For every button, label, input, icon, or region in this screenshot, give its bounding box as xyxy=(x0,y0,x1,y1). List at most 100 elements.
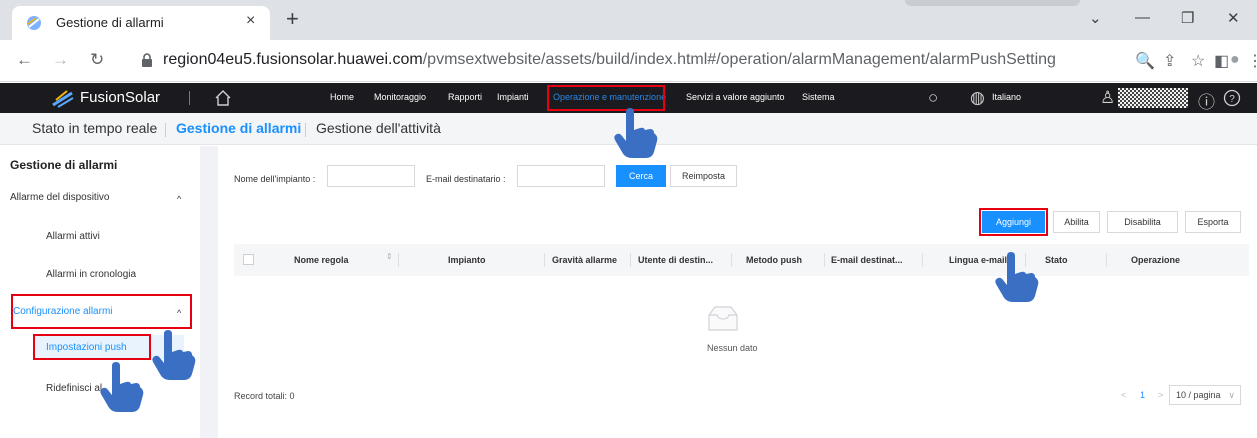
minimize-button[interactable]: — xyxy=(1135,9,1150,26)
highlight-box-add xyxy=(979,208,1048,236)
tab-close-icon[interactable]: × xyxy=(246,12,255,30)
browser-menu-icon[interactable]: ⋮ xyxy=(1247,51,1257,71)
home-icon[interactable] xyxy=(214,89,232,107)
enable-button[interactable]: Abilita xyxy=(1053,211,1100,233)
lock-icon xyxy=(142,53,152,67)
close-window-button[interactable]: ✕ xyxy=(1227,9,1240,27)
recipient-email-input[interactable] xyxy=(517,165,605,187)
table-header: Nome regola ⇕ Impianto Gravità allarme U… xyxy=(234,244,1249,276)
info-icon[interactable]: ⓘ xyxy=(1198,88,1215,113)
bookmark-star-icon[interactable]: ☆ xyxy=(1191,51,1205,71)
menu-sistema[interactable]: Sistema xyxy=(802,92,835,102)
search-button[interactable]: Cerca xyxy=(616,165,666,187)
pointing-hand-icon xyxy=(614,108,658,158)
pointing-hand-icon xyxy=(152,330,196,380)
column-divider xyxy=(731,253,732,267)
menu-rapporti[interactable]: Rapporti xyxy=(448,92,482,102)
crumb-gestione-attivita[interactable]: Gestione dell'attività xyxy=(316,120,441,136)
menu-home[interactable]: Home xyxy=(330,92,354,102)
help-glyph: ? xyxy=(1229,94,1235,105)
sidebar-item-allarmi-attivi[interactable]: Allarmi attivi xyxy=(46,231,100,242)
column-divider xyxy=(1106,253,1107,267)
search-icon[interactable]: ○ xyxy=(928,88,938,108)
screenshot-root: Gestione di allarmi × + ⌄ — ❐ ✕ ← → ↻ re… xyxy=(0,0,1257,438)
back-button[interactable]: ← xyxy=(16,50,33,70)
next-page-button[interactable]: > xyxy=(1158,390,1163,400)
export-button[interactable]: Esporta xyxy=(1185,211,1241,233)
fusionsolar-favicon-icon xyxy=(27,16,41,30)
globe-icon[interactable]: ◍ xyxy=(970,88,985,108)
side-panel-icon[interactable]: ◧ xyxy=(1214,51,1229,71)
maximize-button[interactable]: ❐ xyxy=(1181,9,1194,27)
menu-impianti[interactable]: Impianti xyxy=(497,92,529,102)
page-number[interactable]: 1 xyxy=(1140,390,1145,400)
reload-button[interactable]: ↻ xyxy=(90,50,104,70)
crumb-separator xyxy=(305,123,306,137)
disable-button[interactable]: Disabilita xyxy=(1107,211,1178,233)
plant-name-label: Nome dell'impianto : xyxy=(234,174,316,184)
column-operazione: Operazione xyxy=(1131,255,1181,265)
empty-state-text: Nessun dato xyxy=(707,343,758,353)
sidebar-item-allarmi-cronologia[interactable]: Allarmi in cronologia xyxy=(46,269,136,280)
column-stato: Stato xyxy=(1045,255,1068,265)
pointing-hand-icon xyxy=(100,362,144,412)
column-gravita-allarme: Gravità allarme xyxy=(552,255,618,265)
crumb-separator xyxy=(165,123,166,137)
column-utente-destinatario: Utente di destin... xyxy=(638,255,714,265)
pointing-hand-icon xyxy=(995,252,1039,302)
page-size-select[interactable]: 10 / pagina ∨ xyxy=(1169,385,1241,405)
column-nome-regola[interactable]: Nome regola xyxy=(294,255,349,265)
menu-servizi-a-valore-aggiunto[interactable]: Servizi a valore aggiunto xyxy=(686,92,785,102)
highlight-box-impostazioni xyxy=(33,334,151,360)
crumb-stato-in-tempo-reale[interactable]: Stato in tempo reale xyxy=(32,120,157,136)
highlight-box-configurazione xyxy=(11,294,192,329)
crumb-gestione-di-allarmi[interactable]: Gestione di allarmi xyxy=(176,120,301,136)
browser-tab[interactable]: Gestione di allarmi × xyxy=(12,6,270,40)
help-icon[interactable]: ? xyxy=(1223,89,1241,107)
chevron-up-icon[interactable]: ^ xyxy=(177,194,181,204)
sidebar-group-allarme-dispositivo[interactable]: Allarme del dispositivo xyxy=(10,192,110,203)
sidebar-gutter xyxy=(200,146,218,438)
sidebar-item-ridefinisci[interactable]: Ridefinisci al xyxy=(46,383,102,394)
column-divider xyxy=(544,253,545,267)
url-field[interactable]: region04eu5.fusionsolar.huawei.com/pvmse… xyxy=(127,46,1127,76)
column-impianto: Impianto xyxy=(448,255,486,265)
url-text: region04eu5.fusionsolar.huawei.com/pvmse… xyxy=(163,51,1056,69)
column-metodo-push: Metodo push xyxy=(746,255,802,265)
column-divider xyxy=(922,253,923,267)
main-content: Nome dell'impianto : E-mail destinatario… xyxy=(218,146,1257,438)
tab-search-chevron-icon[interactable]: ⌄ xyxy=(1089,9,1102,27)
new-tab-button[interactable]: + xyxy=(286,8,299,30)
column-divider xyxy=(824,253,825,267)
header-divider xyxy=(189,91,190,105)
page-size-value: 10 / pagina xyxy=(1176,390,1221,400)
column-email-destinatario: E-mail destinat... xyxy=(831,255,903,265)
chevron-down-icon: ∨ xyxy=(1228,390,1235,400)
profile-avatar-icon[interactable]: ● xyxy=(1230,51,1240,69)
column-divider xyxy=(630,253,631,267)
reset-button[interactable]: Reimposta xyxy=(670,165,737,187)
tab-search-strip xyxy=(905,0,1080,6)
user-icon[interactable]: ♙ xyxy=(1100,88,1115,108)
column-divider xyxy=(398,253,399,267)
plant-name-input[interactable] xyxy=(327,165,415,187)
menu-monitoraggio[interactable]: Monitoraggio xyxy=(374,92,426,102)
language-selector[interactable]: Italiano xyxy=(992,92,1021,102)
recipient-email-label: E-mail destinatario : xyxy=(426,174,506,184)
forward-button[interactable]: → xyxy=(52,50,69,70)
fusionsolar-logo-icon xyxy=(52,90,74,108)
zoom-icon[interactable]: 🔍 xyxy=(1135,51,1155,71)
prev-page-button[interactable]: < xyxy=(1121,390,1126,400)
browser-address-bar: ← → ↻ region04eu5.fusionsolar.huawei.com… xyxy=(0,40,1257,82)
select-all-checkbox[interactable] xyxy=(243,254,254,265)
brand-name: FusionSolar xyxy=(80,89,161,106)
redacted-username xyxy=(1118,88,1188,108)
url-host: region04eu5.fusionsolar.huawei.com xyxy=(163,51,423,68)
tab-title: Gestione di allarmi xyxy=(56,15,164,30)
sidebar-title: Gestione di allarmi xyxy=(10,158,118,172)
share-icon[interactable]: ⇪ xyxy=(1163,51,1176,71)
url-path: /pvmsextwebsite/assets/build/index.html#… xyxy=(422,51,1056,68)
browser-tab-strip: Gestione di allarmi × + ⌄ — ❐ ✕ xyxy=(0,0,1257,40)
empty-box-icon xyxy=(708,306,738,331)
sort-icon[interactable]: ⇕ xyxy=(386,252,393,261)
